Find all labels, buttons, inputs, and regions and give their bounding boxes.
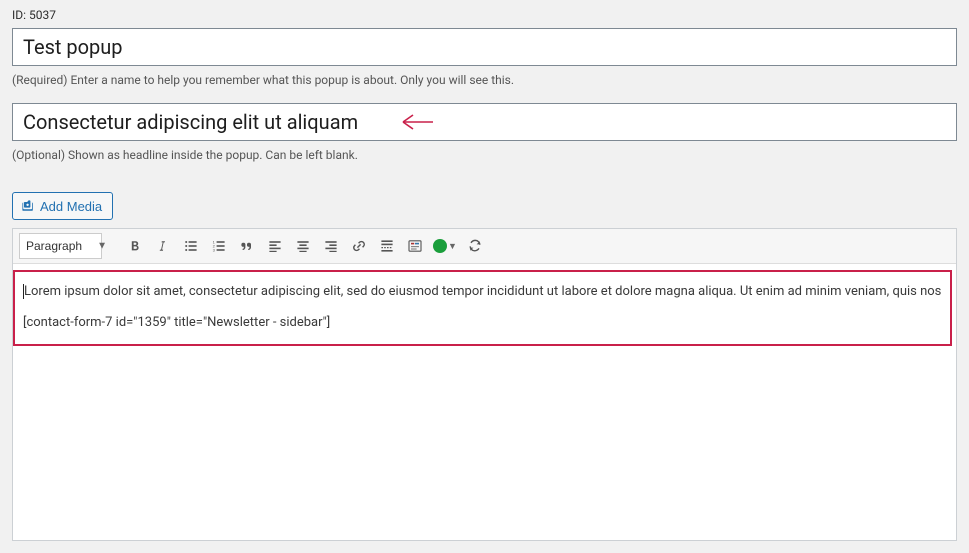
refresh-icon — [467, 238, 483, 254]
add-media-label: Add Media — [40, 199, 102, 214]
list-ol-icon: 123 — [211, 238, 227, 254]
align-left-icon — [267, 238, 283, 254]
shortcode-block-icon — [407, 238, 423, 254]
refresh-button[interactable] — [462, 233, 488, 259]
numbered-list-button[interactable]: 123 — [206, 233, 232, 259]
italic-icon — [155, 238, 171, 254]
bold-button[interactable] — [122, 233, 148, 259]
editor-body[interactable]: Lorem ipsum dolor sit amet, consectetur … — [13, 270, 956, 540]
align-right-button[interactable] — [318, 233, 344, 259]
camera-music-icon — [20, 198, 36, 214]
italic-button[interactable] — [150, 233, 176, 259]
list-ul-icon — [183, 238, 199, 254]
quote-icon — [239, 238, 255, 254]
format-select[interactable]: Paragraph — [19, 233, 102, 259]
editor-paragraph[interactable]: Lorem ipsum dolor sit amet, consectetur … — [23, 284, 942, 299]
popup-name-input[interactable] — [12, 28, 957, 66]
link-button[interactable] — [346, 233, 372, 259]
add-media-button[interactable]: Add Media — [12, 192, 113, 220]
seo-dropdown-button[interactable]: ▼ — [430, 233, 460, 259]
link-icon — [351, 238, 367, 254]
popup-name-helper: (Required) Enter a name to help you reme… — [12, 73, 957, 87]
chevron-down-icon: ▼ — [448, 241, 457, 251]
align-center-icon — [295, 238, 311, 254]
insert-more-button[interactable] — [374, 233, 400, 259]
blockquote-button[interactable] — [234, 233, 260, 259]
editor-shortcode-line[interactable]: [contact-form-7 id="1359" title="Newslet… — [23, 315, 942, 330]
popup-headline-input[interactable] — [12, 103, 957, 141]
bullet-list-button[interactable] — [178, 233, 204, 259]
read-more-icon — [379, 238, 395, 254]
popup-headline-helper: (Optional) Shown as headline inside the … — [12, 148, 957, 162]
editor-highlight-box: Lorem ipsum dolor sit amet, consectetur … — [13, 270, 952, 346]
page-id-label: ID: 5037 — [12, 8, 957, 22]
insert-shortcode-button[interactable] — [402, 233, 428, 259]
svg-text:3: 3 — [213, 248, 216, 253]
editor-toolbar: Paragraph ▼ 123 ▼ — [13, 229, 956, 264]
align-center-button[interactable] — [290, 233, 316, 259]
align-left-button[interactable] — [262, 233, 288, 259]
seo-dot-icon — [433, 239, 447, 253]
align-right-icon — [323, 238, 339, 254]
bold-icon — [127, 238, 143, 254]
editor-container: Paragraph ▼ 123 ▼ Lorem — [12, 228, 957, 541]
